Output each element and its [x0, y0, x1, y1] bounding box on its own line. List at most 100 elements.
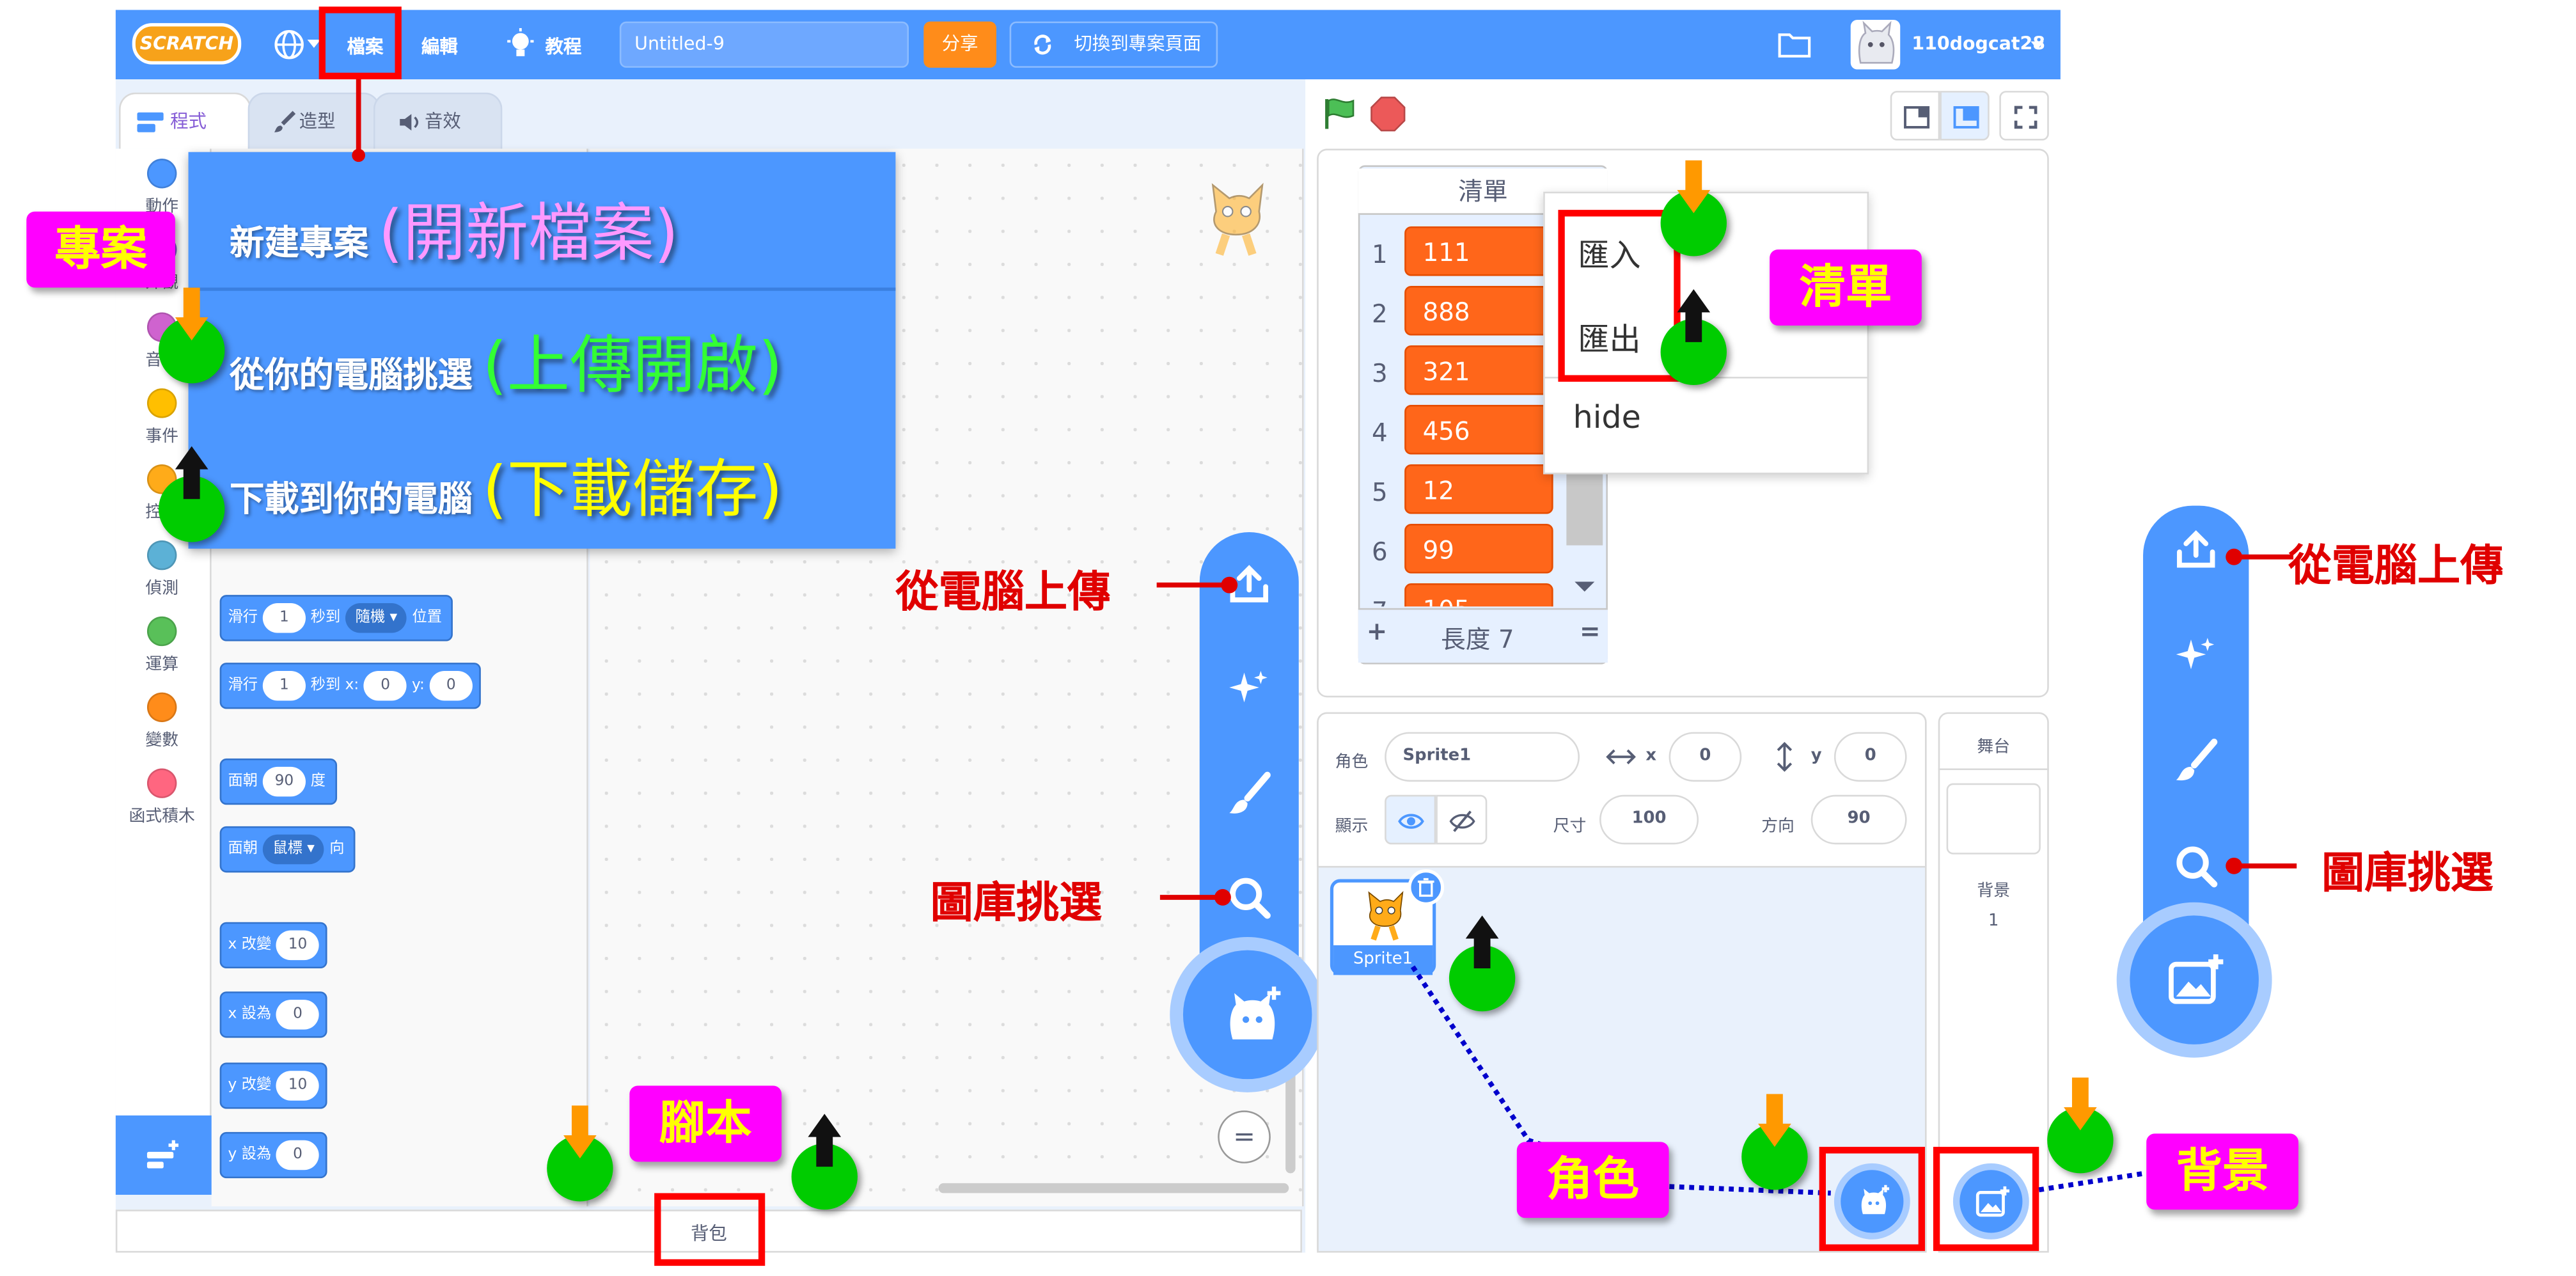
- refresh-icon: [1034, 35, 1051, 55]
- tab-code[interactable]: 程式: [119, 92, 251, 149]
- block-input[interactable]: 1: [262, 670, 306, 700]
- stage-thumbnail[interactable]: [1946, 783, 2041, 855]
- block-text: 位置: [412, 610, 443, 627]
- direction-input[interactable]: 90: [1810, 794, 1907, 845]
- block-point-towards[interactable]: 面朝 鼠標 ▾ 向: [219, 826, 356, 873]
- block-input[interactable]: 10: [276, 1069, 320, 1100]
- list-row-value[interactable]: 12: [1404, 464, 1553, 514]
- context-menu-hide[interactable]: hide: [1573, 400, 1641, 436]
- show-hidden-button[interactable]: [1436, 794, 1488, 845]
- menu-item-load-from-computer[interactable]: 從你的電腦挑選 (上傳開啟): [230, 314, 783, 405]
- show-visible-button[interactable]: [1385, 794, 1436, 845]
- avatar[interactable]: [1850, 20, 1901, 70]
- upload-icon[interactable]: [2171, 526, 2221, 576]
- category-operators-dot: [146, 616, 177, 647]
- block-dropdown[interactable]: 鼠標 ▾: [262, 833, 325, 863]
- block-set-x[interactable]: x 設為 0: [219, 991, 328, 1038]
- folder-icon[interactable]: [1778, 30, 1811, 60]
- category-variables[interactable]: 變數: [121, 692, 203, 750]
- list-row-value[interactable]: 99: [1404, 524, 1553, 574]
- menu-item-save-to-computer[interactable]: 下載到你的電腦 (下載儲存): [230, 438, 783, 529]
- add-sprite-highlight: [1819, 1147, 1926, 1251]
- list-add-button[interactable]: +: [1367, 617, 1387, 647]
- list-row-value[interactable]: 105: [1404, 583, 1553, 607]
- list-row: 5 12: [1358, 464, 1557, 519]
- block-input[interactable]: 0: [364, 670, 407, 700]
- block-change-x[interactable]: x 改變 10: [219, 922, 328, 969]
- list-row-value[interactable]: 456: [1404, 405, 1553, 455]
- choose-sprite-button[interactable]: [1170, 936, 1326, 1092]
- scroll-down-icon[interactable]: [1573, 578, 1596, 595]
- size-input[interactable]: 100: [1599, 794, 1699, 845]
- category-sensing[interactable]: 偵測: [121, 540, 203, 598]
- code-icon: [137, 112, 164, 132]
- block-point-direction[interactable]: 面朝 90 度: [219, 758, 338, 805]
- large-stage-button[interactable]: [1940, 91, 1990, 141]
- category-sensing-dot: [146, 540, 177, 571]
- category-events-dot: [146, 388, 177, 418]
- script-scrollbar-horizontal[interactable]: [938, 1183, 1289, 1193]
- tab-sounds-label: 音效: [425, 111, 461, 132]
- annotation-sprite: 角色: [1516, 1142, 1669, 1218]
- category-operators[interactable]: 運算: [121, 616, 203, 674]
- block-input[interactable]: 0: [429, 670, 473, 700]
- choose-backdrop-button[interactable]: [2116, 902, 2272, 1058]
- category-my-blocks[interactable]: 函式積木: [121, 768, 203, 826]
- list-row: 3 321: [1358, 345, 1557, 400]
- list-row-value[interactable]: 888: [1404, 285, 1553, 336]
- fullscreen-button[interactable]: [1999, 91, 2049, 141]
- block-glide-xy[interactable]: 滑行 1 秒到 x: 0 y: 0: [219, 663, 481, 709]
- project-title-input[interactable]: Untitled-9: [619, 21, 909, 68]
- paint-icon[interactable]: [2171, 737, 2221, 787]
- block-text: 面朝: [228, 841, 258, 858]
- script-upload-marker: [791, 1114, 858, 1210]
- tab-sounds[interactable]: 音效: [373, 92, 503, 149]
- block-input[interactable]: 0: [276, 1139, 320, 1169]
- list-row-index: 3: [1372, 358, 1388, 389]
- add-extension-button[interactable]: [115, 1115, 212, 1195]
- globe-icon[interactable]: [272, 28, 306, 61]
- arrow-down-icon: [175, 287, 208, 341]
- y-input[interactable]: 0: [1834, 732, 1907, 782]
- scratch-logo[interactable]: SCRATCH: [132, 23, 242, 65]
- arrow-down-icon: [1677, 160, 1711, 214]
- block-set-y[interactable]: y 設為 0: [219, 1131, 328, 1179]
- list-row-value[interactable]: 111: [1404, 226, 1553, 276]
- surprise-icon[interactable]: [1225, 665, 1275, 714]
- list-row-value[interactable]: 321: [1404, 345, 1553, 395]
- username[interactable]: 110dogcat28: [1912, 33, 2045, 55]
- sprite-name-input[interactable]: Sprite1: [1385, 732, 1580, 782]
- sprite-watermark: [1197, 175, 1276, 258]
- x-input[interactable]: 0: [1669, 732, 1742, 782]
- annotation-library-right: 圖庫挑選: [2321, 849, 2494, 899]
- block-dropdown[interactable]: 隨機 ▾: [345, 602, 407, 633]
- block-input[interactable]: 10: [276, 929, 320, 959]
- share-button[interactable]: 分享: [923, 21, 996, 68]
- green-flag-icon[interactable]: [1322, 96, 1358, 132]
- list-scrollbar[interactable]: [1566, 471, 1603, 546]
- list-row-index: 5: [1372, 477, 1388, 508]
- cat-icon: [1368, 890, 1404, 941]
- edit-menu[interactable]: 編輯: [421, 33, 458, 59]
- list-resize-handle[interactable]: =: [1580, 617, 1600, 647]
- paint-icon[interactable]: [1225, 770, 1275, 820]
- stop-icon[interactable]: [1370, 96, 1406, 132]
- delete-sprite-button[interactable]: [1408, 869, 1445, 906]
- surprise-icon[interactable]: [2171, 631, 2221, 681]
- menu-item-new-project[interactable]: 新建專案 (開新檔案): [230, 182, 679, 272]
- see-project-page-button[interactable]: 切換到專案頁面: [1009, 21, 1218, 68]
- block-input[interactable]: 90: [262, 766, 306, 796]
- block-input[interactable]: 0: [276, 998, 320, 1029]
- block-input[interactable]: 1: [262, 602, 306, 633]
- tutorials-menu[interactable]: 教程: [546, 33, 582, 59]
- block-text: 面朝: [228, 773, 258, 791]
- show-label: 顯示: [1335, 817, 1369, 837]
- menu-item-load-label: 從你的電腦挑選: [230, 355, 473, 395]
- small-stage-button[interactable]: [1890, 91, 1940, 141]
- block-change-y[interactable]: y 改變 10: [219, 1062, 328, 1109]
- search-icon[interactable]: [2171, 841, 2221, 891]
- zoom-reset-button[interactable]: =: [1218, 1110, 1271, 1163]
- cat-icon: [1211, 182, 1264, 256]
- fullscreen-icon: [2014, 106, 2038, 129]
- block-glide-random[interactable]: 滑行 1 秒到 隨機 ▾ 位置: [219, 595, 454, 642]
